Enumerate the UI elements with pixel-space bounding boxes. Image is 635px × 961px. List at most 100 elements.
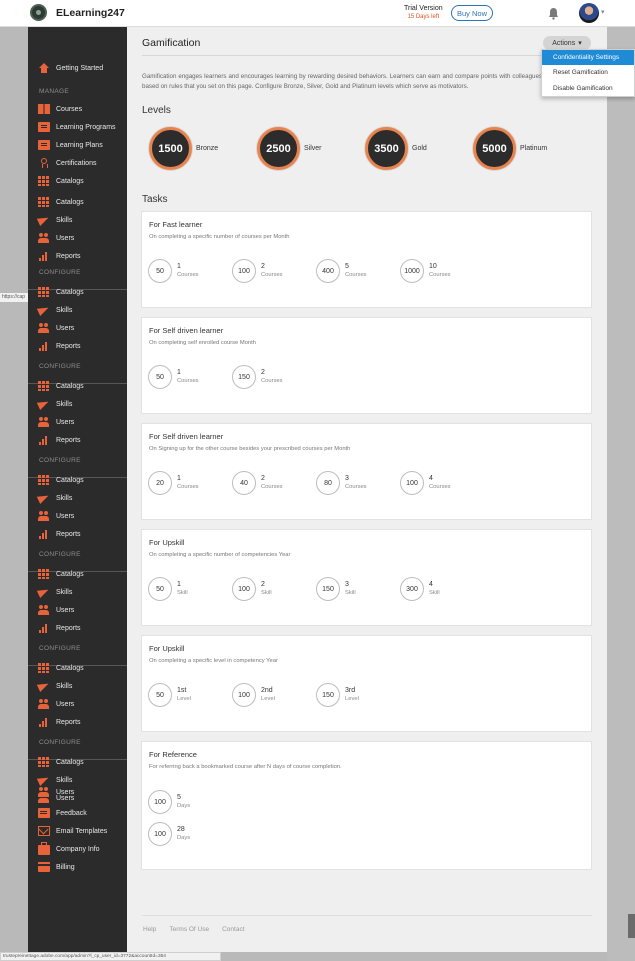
level-badge[interactable]: 1500 Bronze (149, 127, 218, 170)
sidebar-item-catalogs[interactable]: Catalogs (28, 377, 127, 395)
reward-value: 1 Courses (177, 475, 199, 491)
sidebar-item-catalogs[interactable]: Catalogs (28, 283, 127, 301)
reward-points[interactable]: 100 (232, 577, 256, 601)
reward-points[interactable]: 50 (148, 577, 172, 601)
reward-points[interactable]: 100 (232, 259, 256, 283)
right-gutter (607, 27, 635, 961)
sidebar-item-catalogs[interactable]: Catalogs (28, 659, 127, 677)
sidebar-item-reports[interactable]: Reports (28, 619, 127, 637)
reward-points[interactable]: 100 (148, 822, 172, 846)
sidebar-item-catalogs[interactable]: Catalogs (28, 753, 127, 771)
sidebar-item-certifications[interactable]: Certifications (28, 154, 127, 172)
reward-item[interactable]: 400 5 Courses (316, 259, 367, 283)
bell-icon[interactable] (548, 7, 559, 20)
reward-item[interactable]: 80 3 Courses (316, 471, 367, 495)
reward-points[interactable]: 50 (148, 365, 172, 389)
reward-unit: Skill (345, 590, 356, 596)
contact-link[interactable]: Contact (222, 926, 244, 933)
menu-item-confidentiality-settings[interactable]: Confidentiality Settings (542, 50, 634, 66)
level-badge[interactable]: 5000 Platinum (473, 127, 547, 170)
sidebar-item-skills[interactable]: Skills (28, 489, 127, 507)
sidebar-item-getting-started[interactable]: Getting Started (28, 59, 127, 77)
sidebar-item-courses[interactable]: Courses (28, 100, 127, 118)
sidebar-item-catalogs[interactable]: Catalogs (28, 172, 127, 190)
chevron-down-icon[interactable]: ▾ (601, 8, 605, 16)
user-avatar[interactable] (579, 3, 599, 23)
actions-button[interactable]: Actions ▾ (543, 36, 591, 50)
reward-value: 28 Days (177, 826, 190, 842)
sidebar-item-catalogs[interactable]: Catalogs (28, 471, 127, 489)
reward-item[interactable]: 100 2 Skill (232, 577, 272, 601)
reward-item[interactable]: 40 2 Courses (232, 471, 283, 495)
sidebar-item-users[interactable]: Users (28, 413, 127, 431)
sidebar-item-users[interactable]: Users (28, 507, 127, 525)
sidebar: Getting Started MANAGE Courses Learning Pro… (28, 27, 127, 952)
sidebar-item-reports[interactable]: Reports (28, 337, 127, 355)
sidebar-item-skills[interactable]: Skills (28, 395, 127, 413)
reward-item[interactable]: 100 2 Courses (232, 259, 283, 283)
brand-name[interactable]: ELearning247 (56, 7, 125, 19)
sidebar-item-skills[interactable]: Skills (28, 211, 127, 229)
configure-heading: CONFIGURE (39, 269, 81, 276)
reward-item[interactable]: 100 2nd Level (232, 683, 275, 707)
reward-points[interactable]: 400 (316, 259, 340, 283)
reward-count: 2 (261, 369, 265, 376)
reward-points[interactable]: 150 (316, 683, 340, 707)
sidebar-item-catalogs[interactable]: Catalogs (28, 193, 127, 211)
help-link[interactable]: Help (143, 926, 156, 933)
reward-value: 2nd Level (261, 687, 275, 703)
reward-points[interactable]: 150 (232, 365, 256, 389)
reward-item[interactable]: 150 2 Courses (232, 365, 283, 389)
reward-item[interactable]: 1000 10 Courses (400, 259, 451, 283)
sidebar-item-learning-programs[interactable]: Learning Programs (28, 118, 127, 136)
reward-points[interactable]: 50 (148, 259, 172, 283)
reward-item[interactable]: 50 1 Courses (148, 365, 199, 389)
buy-now-button[interactable]: Buy Now (451, 5, 493, 21)
reward-points[interactable]: 40 (232, 471, 256, 495)
sidebar-item-skills[interactable]: Skills (28, 583, 127, 601)
reward-item[interactable]: 100 4 Courses (400, 471, 451, 495)
sidebar-item-billing[interactable]: Billing (28, 858, 127, 876)
sidebar-item-feedback[interactable]: Feedback (28, 804, 127, 822)
reward-points[interactable]: 1000 (400, 259, 424, 283)
logo-icon[interactable] (30, 4, 47, 21)
reward-item[interactable]: 100 28 Days (148, 822, 190, 846)
reward-item[interactable]: 150 3rd Level (316, 683, 359, 707)
reward-points[interactable]: 80 (316, 471, 340, 495)
reward-item[interactable]: 150 3 Skill (316, 577, 356, 601)
reward-item[interactable]: 50 1 Skill (148, 577, 188, 601)
sidebar-item-reports[interactable]: Reports (28, 431, 127, 449)
reward-points[interactable]: 150 (316, 577, 340, 601)
reward-points[interactable]: 50 (148, 683, 172, 707)
reward-item[interactable]: 50 1 Courses (148, 259, 199, 283)
reward-points[interactable]: 100 (400, 471, 424, 495)
sidebar-item-catalogs[interactable]: Catalogs (28, 565, 127, 583)
sidebar-item-email-templates[interactable]: Email Templates (28, 822, 127, 840)
menu-item-reset-gamification[interactable]: Reset Gamification (542, 65, 634, 80)
sidebar-item-users[interactable]: Users (28, 601, 127, 619)
reward-item[interactable]: 300 4 Skill (400, 577, 440, 601)
sidebar-item-users[interactable]: Users (28, 787, 127, 797)
level-badge[interactable]: 3500 Gold (365, 127, 427, 170)
reward-points[interactable]: 100 (148, 790, 172, 814)
reward-points[interactable]: 20 (148, 471, 172, 495)
menu-item-disable-gamification[interactable]: Disable Gamification (542, 81, 634, 96)
sidebar-item-skills[interactable]: Skills (28, 301, 127, 319)
reward-points[interactable]: 100 (232, 683, 256, 707)
reward-points[interactable]: 300 (400, 577, 424, 601)
reward-item[interactable]: 50 1st Level (148, 683, 191, 707)
sidebar-item-users[interactable]: Users (28, 319, 127, 337)
sidebar-item-users[interactable]: Users (28, 229, 127, 247)
sidebar-item-reports[interactable]: Reports (28, 247, 127, 265)
scrollbar-thumb[interactable] (628, 914, 635, 938)
sidebar-item-learning-plans[interactable]: Learning Plans (28, 136, 127, 154)
sidebar-item-reports[interactable]: Reports (28, 525, 127, 543)
sidebar-item-users[interactable]: Users (28, 695, 127, 713)
terms-link[interactable]: Terms Of Use (169, 926, 209, 933)
level-badge[interactable]: 2500 Silver (257, 127, 322, 170)
sidebar-item-company-info[interactable]: Company Info (28, 840, 127, 858)
reward-item[interactable]: 100 5 Days (148, 790, 190, 814)
sidebar-item-reports[interactable]: Reports (28, 713, 127, 731)
sidebar-item-skills[interactable]: Skills (28, 677, 127, 695)
reward-item[interactable]: 20 1 Courses (148, 471, 199, 495)
